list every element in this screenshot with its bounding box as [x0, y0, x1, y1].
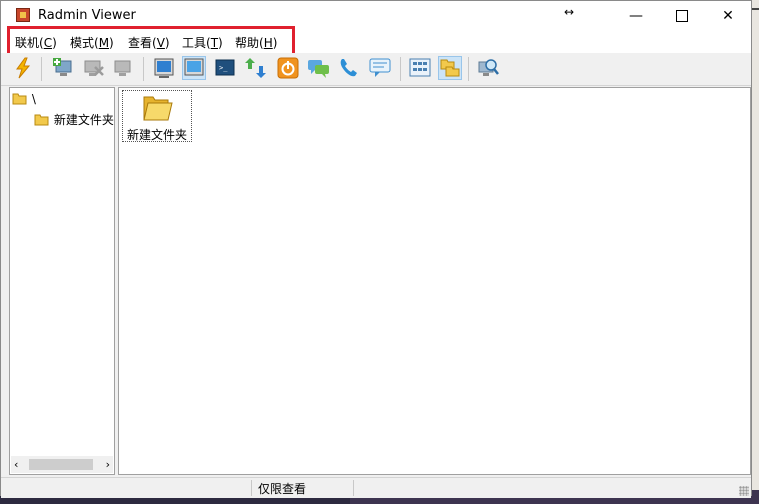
text-chat-icon[interactable]	[307, 56, 331, 80]
maximize-button[interactable]	[659, 1, 705, 31]
toolbar-separator	[400, 57, 401, 81]
tree-root-item[interactable]: \	[12, 92, 36, 106]
resize-grip[interactable]	[739, 486, 749, 496]
search-icon[interactable]	[476, 56, 500, 80]
resize-arrows-icon: ↔	[564, 5, 575, 19]
desktop-edge	[752, 0, 759, 504]
tree-horizontal-scrollbar[interactable]: ‹ ›	[11, 456, 113, 473]
file-list-pane: 新建文件夹	[118, 87, 751, 475]
scroll-left-icon[interactable]: ‹	[14, 458, 18, 471]
folder-item[interactable]: 新建文件夹	[122, 90, 192, 142]
close-button[interactable]: ✕	[705, 1, 751, 31]
toolbar-separator	[143, 57, 144, 81]
radmin-viewer-window: Radmin Viewer ↔ — ✕ 联机(C) 模式(M) 查看(V) 工具…	[0, 0, 752, 498]
status-divider	[251, 480, 252, 496]
shutdown-icon[interactable]	[276, 56, 300, 80]
status-bar: 仅限查看	[1, 477, 751, 498]
svg-text:>_: >_	[219, 64, 228, 72]
toolbar-separator	[468, 57, 469, 81]
add-computer-icon[interactable]	[51, 56, 75, 80]
large-folder-icon	[143, 96, 173, 121]
status-text: 仅限查看	[258, 482, 307, 496]
folder-tree-pane: \ 新建文件夹 ‹ ›	[9, 87, 115, 475]
status-divider	[353, 480, 354, 496]
voice-chat-icon[interactable]	[338, 56, 362, 80]
send-message-icon[interactable]	[369, 56, 393, 80]
folder-item-label: 新建文件夹	[126, 128, 187, 142]
connect-icon[interactable]	[11, 56, 35, 80]
remove-computer-icon[interactable]	[81, 56, 105, 80]
tree-root-label: \	[31, 92, 36, 106]
folder-view-icon[interactable]	[438, 56, 462, 80]
folder-icon	[34, 114, 49, 126]
computer-properties-icon[interactable]	[111, 56, 135, 80]
full-control-icon[interactable]	[152, 56, 176, 80]
toolbar: >_	[1, 53, 751, 86]
large-icons-view-icon[interactable]	[408, 56, 432, 80]
window-title: Radmin Viewer	[38, 8, 136, 23]
radmin-app-icon	[16, 8, 30, 22]
maximize-icon	[676, 10, 688, 22]
telnet-icon[interactable]: >_	[213, 56, 237, 80]
view-only-icon[interactable]	[182, 56, 206, 80]
folder-icon	[12, 93, 27, 105]
minimize-button[interactable]: —	[613, 1, 659, 31]
tree-folder-label: 新建文件夹	[53, 113, 114, 127]
file-transfer-icon[interactable]	[244, 56, 268, 80]
scroll-right-icon[interactable]: ›	[106, 458, 110, 471]
scrollbar-thumb[interactable]	[29, 459, 93, 470]
tree-folder-item[interactable]: 新建文件夹	[34, 111, 114, 128]
toolbar-separator	[41, 57, 42, 81]
